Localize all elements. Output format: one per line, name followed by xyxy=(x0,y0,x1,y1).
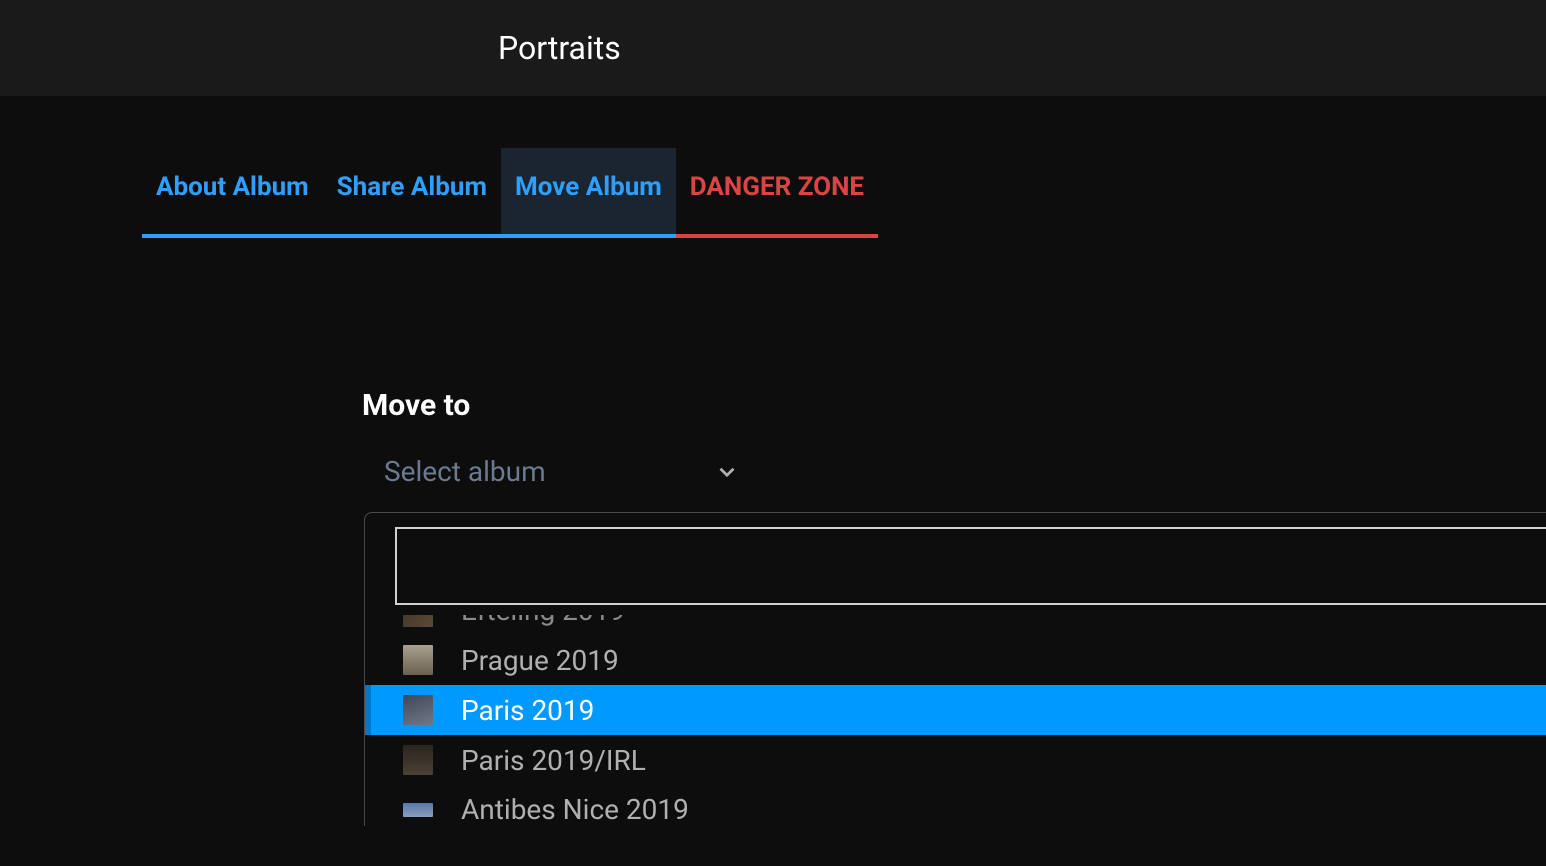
album-dropdown-panel: Efteling 2019 Prague 2019 Paris 2019 Par… xyxy=(364,512,1546,826)
tab-share-album[interactable]: Share Album xyxy=(323,148,501,238)
album-option-label: Paris 2019/IRL xyxy=(461,744,646,777)
album-thumbnail xyxy=(403,745,433,775)
chevron-down-icon xyxy=(714,459,740,485)
select-placeholder: Select album xyxy=(384,455,546,488)
header-bar: Portraits xyxy=(0,0,1546,96)
album-options-list: Efteling 2019 Prague 2019 Paris 2019 Par… xyxy=(365,615,1546,826)
album-option-label: Antibes Nice 2019 xyxy=(461,793,689,826)
album-option[interactable]: Paris 2019 xyxy=(365,685,1546,735)
album-thumbnail xyxy=(403,615,433,627)
album-option-label: Paris 2019 xyxy=(461,694,594,727)
album-search-input[interactable] xyxy=(395,527,1546,605)
album-thumbnail xyxy=(403,645,433,675)
page-title: Portraits xyxy=(498,29,621,67)
album-option-label: Efteling 2019 xyxy=(461,615,625,627)
album-select-trigger[interactable]: Select album xyxy=(384,455,740,488)
album-option[interactable]: Efteling 2019 xyxy=(365,615,1546,635)
tab-about-album[interactable]: About Album xyxy=(142,148,323,238)
tab-danger-zone[interactable]: DANGER ZONE xyxy=(676,148,878,238)
move-section: Move to Select album Efteling 2019 Pragu… xyxy=(362,388,1546,826)
move-to-label: Move to xyxy=(362,388,1546,423)
album-thumbnail xyxy=(403,803,433,817)
album-thumbnail xyxy=(403,695,433,725)
tabs: About Album Share Album Move Album DANGE… xyxy=(142,148,1546,238)
album-option[interactable]: Prague 2019 xyxy=(365,635,1546,685)
tab-move-album[interactable]: Move Album xyxy=(501,148,676,238)
album-option[interactable]: Antibes Nice 2019 xyxy=(365,785,1546,826)
album-option[interactable]: Paris 2019/IRL xyxy=(365,735,1546,785)
album-option-label: Prague 2019 xyxy=(461,644,619,677)
